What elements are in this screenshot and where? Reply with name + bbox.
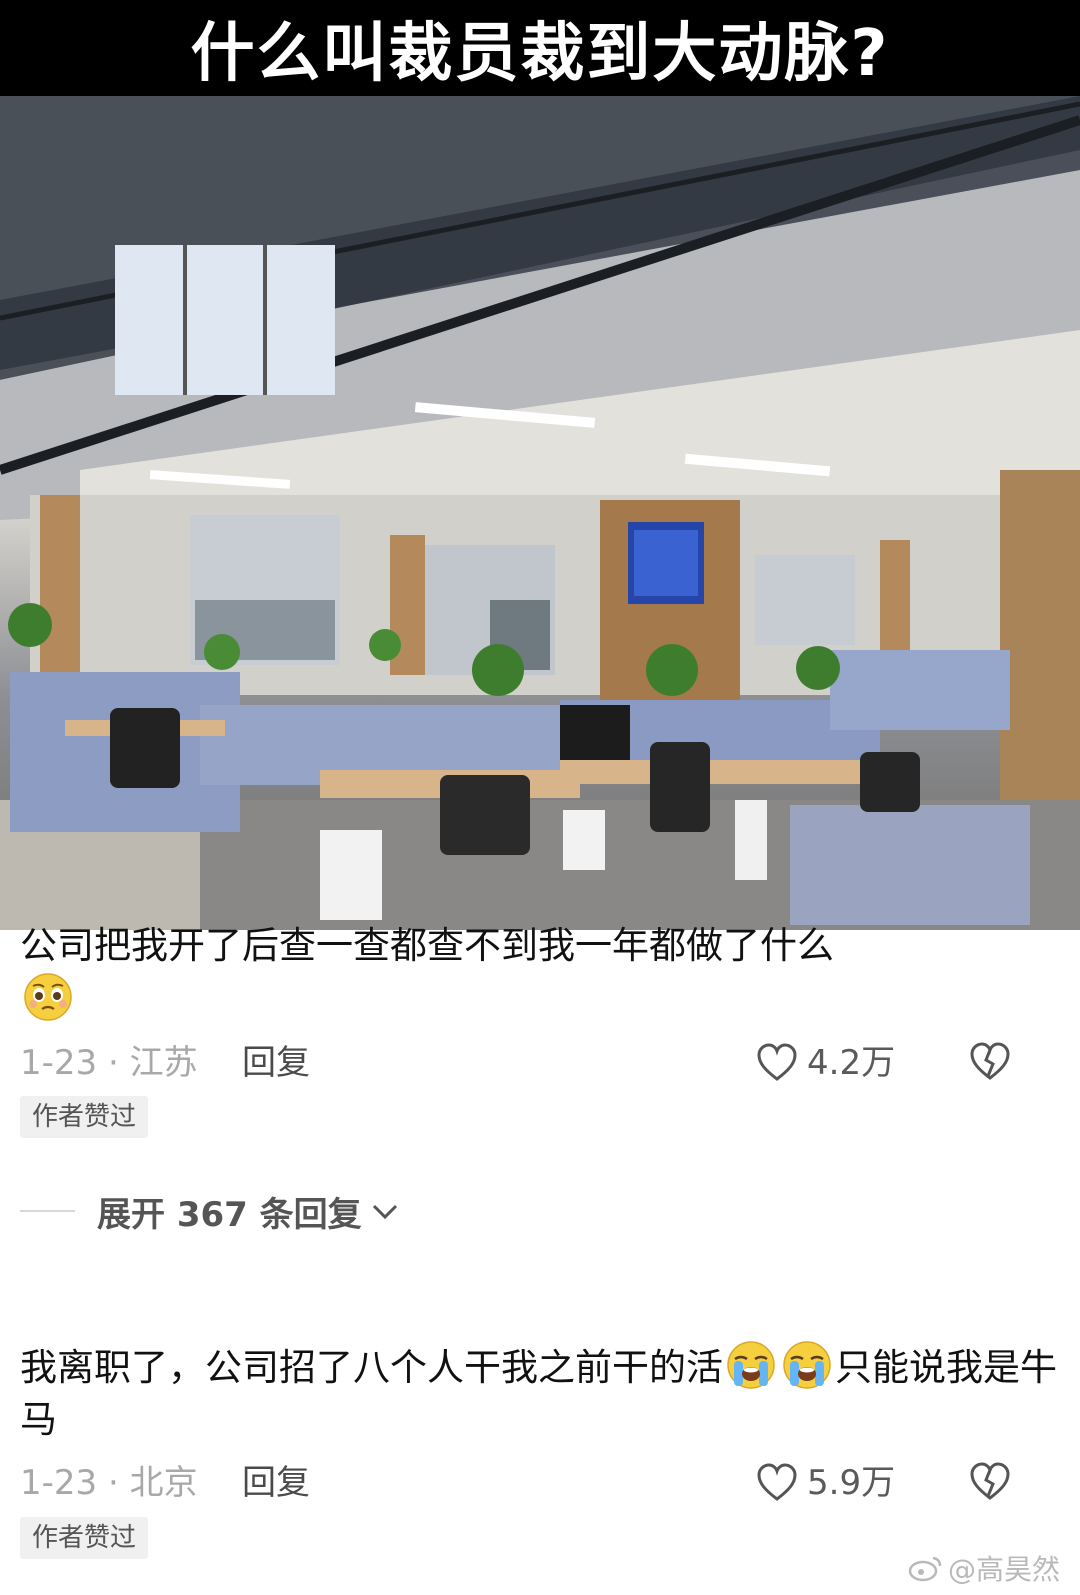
comment-2: 我离职了，公司招了八个人干我之前干的活 只能说我是牛马 — [20, 1340, 1060, 1446]
comment-1-reply-button[interactable]: 回复 — [242, 1038, 310, 1088]
weibo-logo-icon — [908, 1556, 942, 1582]
expand-replies-button[interactable]: 展开 367 条回复 — [20, 1186, 402, 1236]
office-scene — [0, 96, 1080, 930]
comment-2-meta: 1-23 · 北京 回复 5.9万 — [20, 1458, 1060, 1508]
comment-1: 公司把我开了后查一查都查不到我一年都做了什么 — [20, 920, 1060, 1026]
comment-1-meta: 1-23 · 江苏 回复 4.2万 — [20, 1038, 1060, 1088]
image-caption: 什么叫裁员裁到大动脉? — [190, 17, 890, 91]
comment-2-like-count: 5.9万 — [807, 1463, 896, 1503]
heart-icon — [757, 1043, 797, 1081]
comment-2-like-button[interactable]: 5.9万 — [755, 1458, 895, 1508]
expand-replies-label: 展开 367 条回复 — [97, 1194, 362, 1235]
comment-2-author-liked-badge: 作者赞过 — [20, 1517, 149, 1559]
image-caption-bar: 什么叫裁员裁到大动脉? — [0, 0, 1080, 96]
comment-2-date-location: 1-23 · 北京 — [20, 1463, 198, 1503]
loudly-crying-face-icon — [727, 1341, 775, 1389]
pleading-face-icon — [24, 973, 72, 1021]
comment-2-reply-button[interactable]: 回复 — [242, 1458, 310, 1508]
comment-1-text: 公司把我开了后查一查都查不到我一年都做了什么 — [20, 920, 1060, 1026]
comment-1-like-button[interactable]: 4.2万 — [755, 1038, 895, 1088]
broken-heart-icon[interactable] — [968, 1460, 1012, 1504]
comment-1-like-count: 4.2万 — [807, 1043, 896, 1083]
chevron-down-icon — [372, 1204, 397, 1220]
divider-line — [20, 1210, 75, 1212]
comment-2-text: 我离职了，公司招了八个人干我之前干的活 只能说我是牛马 — [20, 1340, 1060, 1446]
loudly-crying-face-icon — [783, 1341, 831, 1389]
heart-icon — [757, 1463, 797, 1501]
office-photo: 什么叫裁员裁到大动脉? — [0, 0, 1080, 930]
watermark-text: @高昊然 — [947, 1553, 1060, 1586]
watermark: @高昊然 — [908, 1548, 1060, 1588]
comment-1-author-liked-badge: 作者赞过 — [20, 1096, 149, 1138]
comment-1-date-location: 1-23 · 江苏 — [20, 1043, 198, 1083]
broken-heart-icon[interactable] — [968, 1040, 1012, 1084]
